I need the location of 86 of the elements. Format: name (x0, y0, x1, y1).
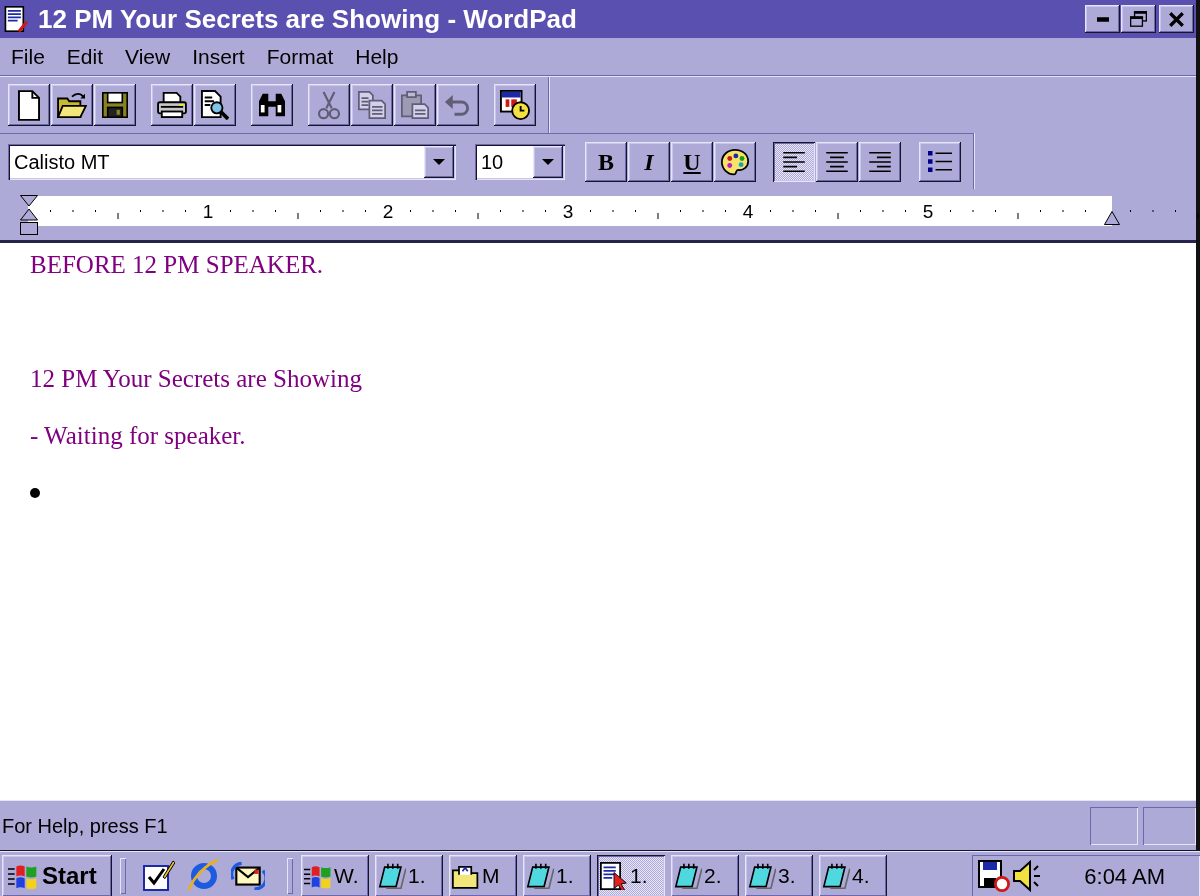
find-button[interactable] (251, 84, 293, 126)
taskbar-button[interactable]: 2. (671, 855, 739, 896)
taskbar-button[interactable]: 1. (597, 855, 665, 896)
document-page[interactable]: BEFORE 12 PM SPEAKER. 12 PM Your Secrets are Showing - Waiting for speaker. (0, 243, 1196, 800)
ruler-number: 5 (922, 201, 934, 222)
ruler-number: 4 (742, 201, 754, 222)
folder-icon (452, 863, 480, 889)
minimize-icon (1096, 16, 1109, 22)
restore-button[interactable] (1121, 5, 1156, 33)
align-center-button[interactable] (816, 141, 858, 182)
status-panel (1090, 806, 1138, 845)
underline-button[interactable]: U (671, 141, 713, 182)
dropdown-button[interactable] (533, 145, 563, 178)
ruler-number: 2 (382, 201, 394, 222)
print-button[interactable] (151, 84, 193, 126)
bullet-list-icon (928, 151, 952, 172)
bold-button[interactable]: B (585, 141, 627, 182)
notepad-icon (378, 863, 406, 889)
document-icon (600, 862, 628, 890)
status-panel (1143, 806, 1196, 845)
italic-button[interactable]: I (628, 141, 670, 182)
menu-item[interactable]: View (114, 43, 182, 70)
disk-icon[interactable] (978, 860, 1010, 892)
align-left-icon (783, 151, 805, 172)
ruler-number: 3 (562, 201, 574, 222)
minimize-button[interactable] (1085, 5, 1120, 33)
document-icon[interactable] (3, 6, 29, 32)
restore-icon (1130, 11, 1147, 27)
align-right-button[interactable] (859, 141, 901, 182)
menu-item[interactable]: File (0, 43, 56, 70)
size-field[interactable]: 10 (475, 143, 565, 180)
notepad-icon (526, 863, 554, 889)
date-time-button[interactable] (494, 84, 536, 126)
flag-icon (304, 863, 332, 889)
notepad-icon (674, 863, 702, 889)
color-button[interactable] (714, 141, 756, 182)
taskbar-button[interactable]: 3. (745, 855, 813, 896)
document-text: 12 PM Your Secrets are Showing (30, 363, 362, 394)
folder-icon (57, 92, 87, 118)
scissors-icon (318, 90, 340, 120)
font-field[interactable]: Calisto MT (8, 143, 456, 180)
clock: 6:04 AM (1084, 862, 1165, 891)
ring-orbit-icon[interactable] (187, 859, 219, 891)
bullet-icon (30, 487, 40, 498)
status-text: For Help, press F1 (2, 813, 169, 839)
curved-arrow-icon (444, 93, 472, 117)
taskbar-button[interactable]: W. (301, 855, 369, 896)
menu-item[interactable]: Format (255, 43, 345, 70)
open-button[interactable] (51, 84, 93, 126)
notepad-icon (748, 863, 776, 889)
menu-item[interactable]: Insert (181, 43, 256, 70)
close-button[interactable] (1159, 5, 1194, 33)
new-button[interactable] (8, 84, 50, 126)
start-button[interactable]: Start (2, 855, 112, 896)
align-left-button[interactable] (773, 141, 815, 182)
align-right-icon (869, 151, 891, 172)
bullets-button[interactable] (919, 141, 961, 182)
envelope-icon[interactable] (231, 860, 265, 890)
close-icon (1169, 11, 1184, 27)
clipboard-icon (401, 91, 429, 119)
taskbar-button[interactable]: 1. (523, 855, 591, 896)
caret-icon (433, 158, 445, 165)
document-text: - Waiting for speaker. (30, 420, 246, 451)
taskbar-button[interactable]: M (449, 855, 517, 896)
taskbar-button[interactable]: 4. (819, 855, 887, 896)
calendar-clock-icon (500, 90, 530, 120)
menu-item[interactable]: Help (344, 43, 410, 70)
binoculars-icon (257, 92, 287, 118)
blank-page-icon (18, 89, 40, 121)
palette-icon (721, 147, 749, 176)
two-pages-icon (358, 91, 386, 119)
save-button[interactable] (94, 84, 136, 126)
notepad-icon (822, 863, 850, 889)
print-preview-button[interactable] (194, 84, 236, 126)
align-center-icon (826, 151, 848, 172)
menu-item[interactable]: Edit (55, 43, 115, 70)
window-title: 12 PM Your Secrets are Showing - WordPad (38, 2, 577, 36)
ruler-number: 1 (202, 201, 214, 222)
dropdown-button[interactable] (424, 145, 454, 178)
document-text: BEFORE 12 PM SPEAKER. (30, 249, 324, 280)
page-magnifier-icon (201, 90, 229, 120)
check-pencil-icon[interactable] (143, 859, 175, 891)
caret-icon (542, 158, 554, 165)
indent-marker-icon[interactable] (1104, 211, 1120, 225)
taskbar-button[interactable]: 1. (375, 855, 443, 896)
printer-icon (157, 92, 187, 118)
